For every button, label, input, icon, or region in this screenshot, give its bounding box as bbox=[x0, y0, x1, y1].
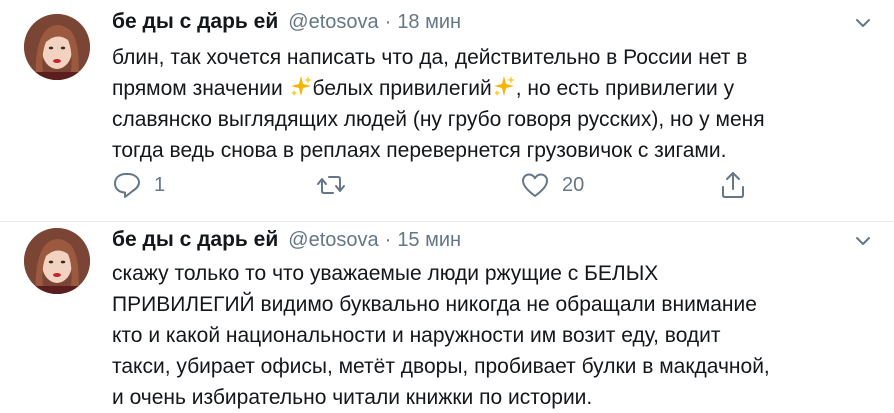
avatar[interactable] bbox=[24, 14, 90, 80]
avatar-photo bbox=[24, 228, 90, 294]
tweet-text-line: и очень избирательно читали книжки по ис… bbox=[112, 386, 593, 409]
sparkles-icon bbox=[493, 76, 515, 96]
timestamp[interactable]: 18 мин bbox=[397, 11, 461, 34]
tweet-text-line: славянско выглядящих людей (ну грубо гов… bbox=[112, 108, 765, 131]
separator-dot: · bbox=[384, 229, 392, 251]
display-name[interactable]: бе ды с дарь ей bbox=[112, 228, 278, 252]
chevron-down-icon[interactable] bbox=[854, 232, 872, 250]
like-count: 20 bbox=[562, 173, 585, 196]
reply-count: 1 bbox=[154, 173, 166, 196]
tweet-text-line: такси, убирает офисы, метёт дворы, проби… bbox=[112, 355, 770, 378]
tweet-text: скажу только то что уважаемые люди ржущи… bbox=[112, 258, 882, 413]
text-fragment: прямом значении bbox=[112, 77, 289, 100]
separator-dot: · bbox=[384, 11, 392, 33]
tweet-actions: 1 20 bbox=[112, 170, 752, 202]
avatar-photo bbox=[24, 14, 90, 80]
sparkles-icon bbox=[290, 76, 312, 96]
tweet-header: бе ды с дарь ей @etosova · 18 мин bbox=[112, 10, 461, 40]
user-handle[interactable]: @etosova bbox=[288, 229, 378, 252]
reply-button[interactable]: 1 bbox=[112, 170, 165, 200]
display-name[interactable]: бе ды с дарь ей bbox=[112, 10, 278, 34]
tweet-text-line: прямом значении белых привилегий , но ест… bbox=[112, 73, 882, 104]
tweet-text-line: тогда ведь снова в реплаях перевернется … bbox=[112, 139, 727, 162]
like-button[interactable]: 20 bbox=[520, 170, 584, 200]
text-fragment: белых привилегий bbox=[312, 77, 492, 100]
avatar[interactable] bbox=[24, 228, 90, 294]
share-icon bbox=[722, 172, 744, 198]
tweet-text-line: скажу только то что уважаемые люди ржущи… bbox=[112, 262, 659, 285]
reply-icon bbox=[114, 173, 140, 198]
text-fragment: , но есть привилегии у bbox=[515, 77, 735, 100]
share-button[interactable] bbox=[718, 170, 748, 200]
tweet-text-line: блин, так хочется написать что да, дейст… bbox=[112, 46, 748, 69]
retweet-button[interactable] bbox=[316, 170, 358, 200]
tweet[interactable]: бе ды с дарь ей @etosova · 18 мин блин, … bbox=[0, 0, 894, 222]
timestamp[interactable]: 15 мин bbox=[397, 229, 461, 252]
retweet-icon bbox=[317, 176, 345, 194]
tweet-text: блин, так хочется написать что да, дейст… bbox=[112, 42, 882, 166]
tweet-text-line: ПРИВИЛЕГИЙ видимо буквально никогда не о… bbox=[112, 293, 757, 316]
tweet-text-line: кто и какой национальности и наружности … bbox=[112, 324, 721, 347]
tweet-header: бе ды с дарь ей @etosova · 15 мин bbox=[112, 228, 461, 258]
user-handle[interactable]: @etosova bbox=[288, 11, 378, 34]
tweet[interactable]: бе ды с дарь ей @etosova · 15 мин скажу … bbox=[0, 222, 894, 412]
heart-icon bbox=[522, 173, 548, 197]
chevron-down-icon[interactable] bbox=[854, 14, 872, 32]
